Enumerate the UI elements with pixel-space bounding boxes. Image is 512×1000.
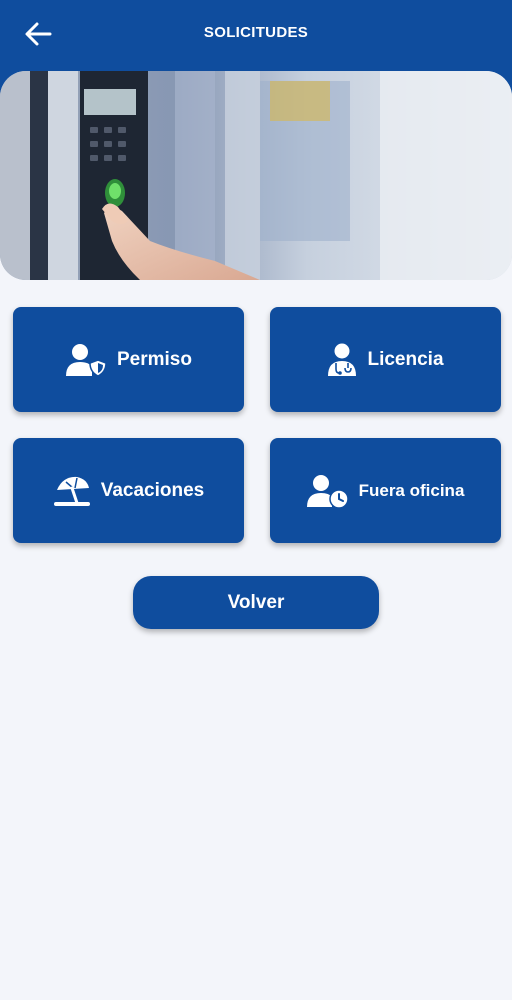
banner-image (0, 71, 512, 280)
page-title: SOLICITUDES (203, 24, 309, 41)
licencia-label: Licencia (367, 348, 444, 370)
umbrella-beach-icon (53, 474, 91, 508)
permiso-button[interactable]: Permiso (13, 307, 244, 412)
licencia-button[interactable]: Licencia (270, 307, 501, 412)
vacaciones-button[interactable]: Vacaciones (13, 438, 244, 543)
user-clock-icon (306, 474, 349, 508)
fuera-oficina-button[interactable]: Fuera oficina (270, 438, 501, 543)
volver-button[interactable]: Volver (133, 576, 379, 629)
fuera-oficina-label: Fuera oficina (358, 480, 465, 500)
user-doctor-icon (327, 343, 357, 377)
permiso-label: Permiso (117, 348, 192, 370)
vacaciones-label: Vacaciones (100, 479, 205, 501)
fingerprint-scanner-photo (0, 71, 512, 280)
user-shield-icon (65, 343, 107, 377)
screen: SOLICITUDES Permiso Licencia Vacaciones … (0, 0, 512, 1000)
